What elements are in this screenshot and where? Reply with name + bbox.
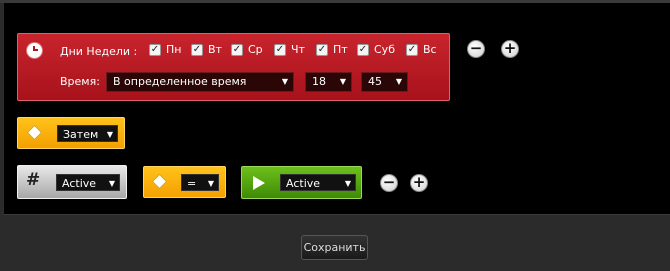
action-select[interactable]: Active ▼ bbox=[280, 174, 356, 191]
days-label: Дни Недели : bbox=[60, 45, 138, 58]
variable-select[interactable]: Active ▼ bbox=[56, 174, 120, 191]
chevron-down-icon: ▼ bbox=[106, 130, 113, 139]
minute-value: 45 bbox=[368, 75, 382, 88]
time-mode-value: В определенное время bbox=[113, 75, 247, 88]
diamond-icon bbox=[26, 124, 43, 141]
time-label: Время: bbox=[60, 75, 100, 88]
operator-select[interactable]: = ▼ bbox=[181, 174, 219, 191]
variable-block: # Active ▼ bbox=[17, 165, 127, 199]
clock-icon bbox=[27, 43, 42, 58]
hash-icon: # bbox=[26, 170, 41, 190]
hour-select[interactable]: 18 ▼ bbox=[305, 72, 352, 92]
chevron-down-icon: ▼ bbox=[395, 77, 402, 86]
diamond-icon bbox=[151, 173, 168, 190]
action-value: Active bbox=[286, 177, 321, 190]
play-icon bbox=[253, 176, 265, 190]
day-checkbox-wed[interactable]: ✓ Ср bbox=[231, 43, 263, 56]
chevron-down-icon: ▼ bbox=[108, 179, 115, 188]
plus-icon: + bbox=[503, 39, 517, 57]
then-value: Затем bbox=[63, 128, 99, 141]
checkbox-icon[interactable]: ✓ bbox=[357, 43, 369, 56]
operator-block: = ▼ bbox=[143, 166, 226, 198]
day-checkbox-mon[interactable]: ✓ Пн bbox=[149, 43, 181, 56]
checkbox-icon[interactable]: ✓ bbox=[231, 43, 243, 56]
chevron-down-icon: ▼ bbox=[344, 179, 351, 188]
day-label: Вт bbox=[208, 43, 222, 56]
chevron-down-icon: ▼ bbox=[207, 179, 214, 188]
day-checkbox-sat[interactable]: ✓ Суб bbox=[357, 43, 395, 56]
minus-icon: − bbox=[382, 173, 396, 191]
checkbox-icon[interactable]: ✓ bbox=[149, 43, 161, 56]
variable-value: Active bbox=[62, 177, 97, 190]
checkbox-icon[interactable]: ✓ bbox=[274, 43, 286, 56]
plus-icon: + bbox=[412, 173, 426, 191]
action-block: Active ▼ bbox=[241, 166, 362, 199]
then-block: Затем ▼ bbox=[17, 117, 125, 149]
remove-condition-button[interactable]: − bbox=[380, 174, 398, 192]
schedule-block: Дни Недели : ✓ Пн ✓ Вт ✓ Ср ✓ Чт ✓ Пт ✓ … bbox=[17, 33, 450, 101]
day-label: Чт bbox=[291, 43, 305, 56]
checkbox-icon[interactable]: ✓ bbox=[406, 43, 418, 56]
save-button[interactable]: Сохранить bbox=[301, 235, 368, 260]
day-checkbox-fri[interactable]: ✓ Пт bbox=[316, 43, 348, 56]
operator-value: = bbox=[187, 177, 197, 190]
checkbox-icon[interactable]: ✓ bbox=[316, 43, 328, 56]
add-schedule-button[interactable]: + bbox=[501, 40, 519, 58]
then-select[interactable]: Затем ▼ bbox=[57, 125, 118, 142]
day-checkbox-tue[interactable]: ✓ Вт bbox=[191, 43, 222, 56]
checkbox-icon[interactable]: ✓ bbox=[191, 43, 203, 56]
day-label: Суб bbox=[374, 43, 395, 56]
day-label: Пт bbox=[333, 43, 348, 56]
day-checkbox-thu[interactable]: ✓ Чт bbox=[274, 43, 305, 56]
day-label: Пн bbox=[166, 43, 182, 56]
minute-select[interactable]: 45 ▼ bbox=[361, 72, 408, 92]
add-condition-button[interactable]: + bbox=[410, 174, 428, 192]
chevron-down-icon: ▼ bbox=[339, 77, 346, 86]
remove-schedule-button[interactable]: − bbox=[467, 40, 485, 58]
day-checkbox-sun[interactable]: ✓ Вс bbox=[406, 43, 437, 56]
hour-value: 18 bbox=[312, 75, 326, 88]
chevron-down-icon: ▼ bbox=[281, 77, 288, 86]
time-mode-select[interactable]: В определенное время ▼ bbox=[106, 72, 294, 92]
minus-icon: − bbox=[469, 39, 483, 57]
day-label: Вс bbox=[423, 43, 437, 56]
day-label: Ср bbox=[248, 43, 263, 56]
